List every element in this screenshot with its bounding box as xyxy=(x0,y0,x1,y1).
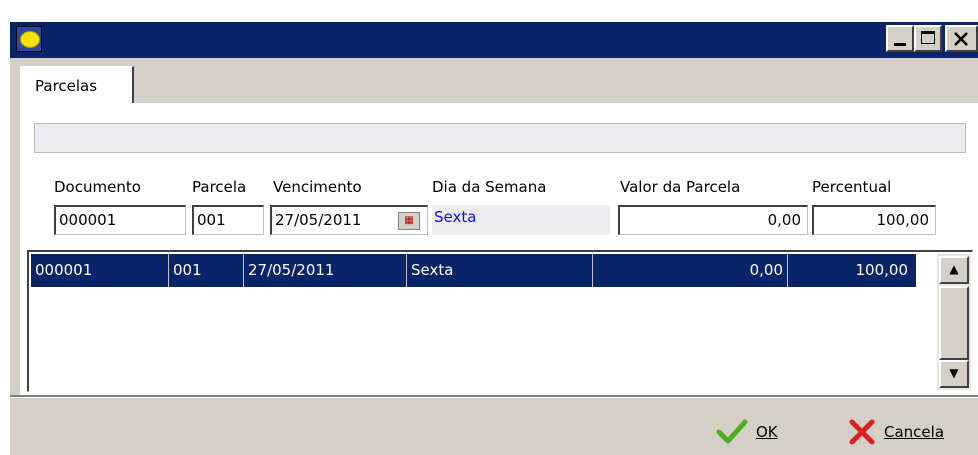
cancel-button[interactable]: Cancela xyxy=(848,416,944,448)
cancel-label: Cancela xyxy=(884,423,945,441)
ok-label: OK xyxy=(756,423,778,441)
table-row[interactable]: 000001 001 27/05/2011 Sexta 0,00 100,00 xyxy=(31,254,916,287)
cell-documento: 000001 xyxy=(31,254,169,287)
label-documento: Documento xyxy=(54,178,141,196)
minimize-icon xyxy=(894,43,906,46)
label-parcela: Parcela xyxy=(192,178,247,196)
documento-field[interactable]: 000001 xyxy=(54,205,186,235)
arrow-up-icon: ▲ xyxy=(949,262,959,276)
parcela-field[interactable]: 001 xyxy=(192,205,264,235)
cell-parcela: 001 xyxy=(169,254,244,287)
tab-parcelas-label: Parcelas xyxy=(35,77,98,95)
label-dia-da-semana: Dia da Semana xyxy=(432,178,547,196)
scroll-thumb[interactable] xyxy=(939,286,969,360)
scroll-down-button[interactable]: ▼ xyxy=(939,360,969,388)
close-button[interactable] xyxy=(945,25,978,52)
app-icon[interactable] xyxy=(16,26,42,52)
vencimento-value: 27/05/2011 xyxy=(275,211,362,229)
scroll-up-button[interactable]: ▲ xyxy=(939,256,969,284)
maximize-button[interactable] xyxy=(914,25,942,52)
cell-percentual: 100,00 xyxy=(855,261,909,279)
label-valor-da-parcela: Valor da Parcela xyxy=(620,178,741,196)
maximize-icon xyxy=(921,31,935,44)
cell-valor: 0,00 xyxy=(593,254,788,287)
checkmark-icon xyxy=(716,419,748,444)
window-titlebar[interactable] xyxy=(10,22,978,58)
ok-button[interactable]: OK xyxy=(716,416,778,448)
arrow-down-icon: ▼ xyxy=(949,366,959,380)
valor-da-parcela-field[interactable]: 0,00 xyxy=(618,205,808,235)
cell-vencimento: 27/05/2011 xyxy=(244,254,407,287)
label-percentual: Percentual xyxy=(812,178,892,196)
info-bar xyxy=(34,123,966,153)
calendar-icon[interactable]: ▦ xyxy=(398,212,420,230)
percentual-field[interactable]: 100,00 xyxy=(812,205,936,235)
cross-icon xyxy=(849,419,875,445)
cell-dia: Sexta xyxy=(407,254,593,287)
minimize-button[interactable] xyxy=(886,25,914,52)
separator xyxy=(10,395,978,398)
dia-da-semana-field: Sexta xyxy=(432,205,610,235)
tab-parcelas[interactable]: Parcelas xyxy=(20,66,134,104)
close-icon xyxy=(954,32,968,46)
label-vencimento: Vencimento xyxy=(273,178,362,196)
